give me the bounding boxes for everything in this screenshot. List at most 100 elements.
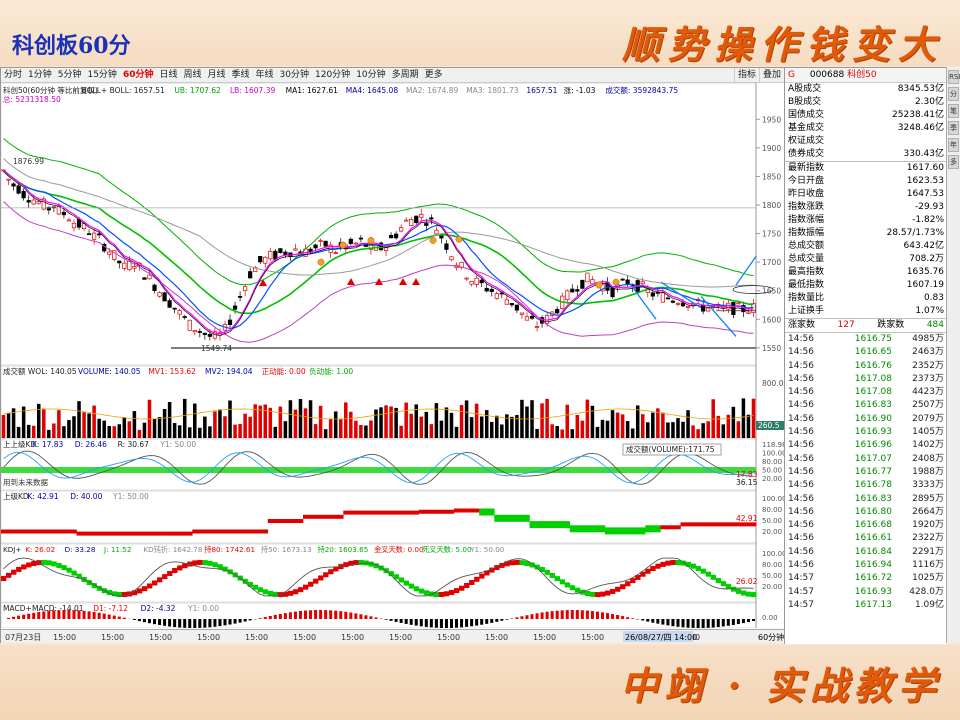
- tick-row: 14:57 1616.72 1025万: [788, 573, 944, 584]
- kdj-bar: [605, 590, 611, 596]
- chart-area[interactable]: 科创50(60分钟 等比前复权) BOLL+ BOLL: 1657.51 UB: 17…: [0, 82, 787, 629]
- candle-body: [71, 222, 77, 229]
- period-tab-9[interactable]: 年线: [253, 68, 277, 82]
- panel-frame: [0, 82, 757, 366]
- period-tab-8[interactable]: 季线: [229, 68, 253, 82]
- candle-body: [404, 219, 409, 222]
- kd2-bar: [363, 510, 369, 515]
- date-label: 15:00: [197, 633, 220, 642]
- kdj-bar: [695, 565, 701, 571]
- kd2-bar: [690, 522, 696, 527]
- volume-bar: [429, 424, 434, 438]
- macd-bar: [555, 610, 559, 619]
- kd2-bar: [252, 529, 258, 534]
- kd2-bar: [393, 510, 399, 515]
- kdj-bar: [660, 561, 666, 567]
- macd-bar: [198, 619, 202, 628]
- macd-bar: [681, 619, 685, 628]
- side-tab-4[interactable]: 年: [948, 138, 959, 152]
- macd-axis-label: 0.00: [762, 614, 778, 622]
- kline-chart[interactable]: 科创50(60分钟 等比前复权)BOLL+ BOLL: 1657.51 UB: 17…: [0, 82, 787, 629]
- kd2-bar: [610, 527, 616, 535]
- macd-bar: [243, 619, 247, 622]
- macd-bar: [696, 619, 700, 628]
- kd2-bar: [615, 527, 621, 535]
- period-tab-5[interactable]: 日线: [156, 68, 180, 82]
- candle-body: [61, 211, 67, 216]
- kdj-bar: [16, 566, 22, 572]
- period-tab-6[interactable]: 周线: [180, 68, 204, 82]
- kd2-bar: [625, 527, 631, 535]
- kd2-bar: [584, 525, 591, 533]
- macd-bar: [545, 611, 549, 619]
- candle-body: [570, 288, 575, 293]
- chart-header-text: MA2: 1674.89: [406, 86, 459, 95]
- volume-bar: [228, 400, 232, 438]
- kd2-bar: [695, 522, 701, 527]
- macd-bar: [656, 619, 660, 624]
- period-tab-13[interactable]: 多周期: [389, 68, 422, 82]
- kdj-bar: [464, 582, 470, 588]
- tool-button-1[interactable]: 叠加: [759, 68, 784, 82]
- volume-bar: [419, 416, 424, 438]
- period-tab-4[interactable]: 60分钟: [120, 68, 157, 82]
- tick-list[interactable]: 14:56 1616.75 4985万 14:56 1616.65 2463万 14:56 1…: [785, 333, 947, 612]
- period-tab-10[interactable]: 30分钟: [277, 68, 312, 82]
- kd2-bar: [665, 525, 671, 530]
- low-label: 1549.74: [201, 344, 232, 353]
- side-tab-5[interactable]: 多: [948, 155, 959, 169]
- macd-bar: [701, 619, 705, 628]
- side-tab-2[interactable]: 笔: [948, 104, 959, 118]
- macd-bar: [314, 610, 318, 619]
- period-tab-2[interactable]: 5分钟: [55, 68, 85, 82]
- chart-header-text: 成交额: 3592843.75: [605, 85, 678, 95]
- side-tab-3[interactable]: 季: [948, 121, 959, 135]
- candle-body: [565, 290, 570, 301]
- kdj-axis-label: 80.00: [762, 561, 782, 569]
- period-tab-12[interactable]: 10分钟: [353, 68, 388, 82]
- index-row-9: 最低指数 1607.19: [788, 280, 944, 290]
- volume-bar: [157, 417, 162, 438]
- kdj-bar: [308, 581, 314, 587]
- candle-body: [227, 319, 233, 325]
- index-row-7: 总成交量 708.2万: [788, 254, 944, 264]
- tick-row: 14:57 1616.93 428.0万: [788, 586, 944, 597]
- kdj-legend: 持80: 1742.61: [204, 545, 255, 554]
- date-label: 15:00: [581, 633, 604, 642]
- candle-body: [36, 201, 41, 204]
- side-tab-1[interactable]: 分: [948, 87, 959, 101]
- period-tab-1[interactable]: 1分钟: [25, 68, 55, 82]
- period-tab-3[interactable]: 15分钟: [84, 68, 119, 82]
- kdj-bar: [167, 570, 173, 576]
- macd-bar: [389, 619, 393, 621]
- kd2-bar: [454, 508, 460, 513]
- candle-body: [353, 242, 358, 245]
- kd2-bar: [66, 529, 72, 534]
- macd-bar: [429, 619, 433, 628]
- macd-bar: [565, 610, 569, 619]
- macd-bar: [218, 619, 222, 627]
- candle-body: [197, 331, 202, 333]
- macd-bar: [671, 619, 675, 627]
- period-tab-0[interactable]: 分时: [1, 68, 25, 82]
- macd-legend: D2: -4.32: [141, 604, 176, 613]
- candle-body: [11, 183, 16, 187]
- volume-bar: [142, 422, 147, 438]
- kd2-axis-label: 20.00: [762, 528, 782, 536]
- macd-bar: [188, 619, 192, 628]
- macd-bar: [575, 610, 579, 619]
- period-tab-11[interactable]: 120分钟: [312, 68, 353, 82]
- kdj-bar: [509, 560, 515, 566]
- tool-button-0[interactable]: 指标: [734, 68, 759, 82]
- volume-bar: [615, 412, 620, 438]
- kd2-bar: [348, 510, 354, 515]
- macd-bar: [273, 614, 277, 619]
- quote-header: G 000688 科创50: [785, 68, 947, 83]
- price-tick-label: 1550: [762, 344, 781, 353]
- side-tab-0[interactable]: RSI: [948, 70, 960, 84]
- macd-bar: [324, 610, 328, 619]
- kdj-bar: [454, 588, 460, 594]
- period-tab-14[interactable]: 更多: [422, 68, 446, 82]
- kdj-bar: [514, 559, 520, 565]
- period-tab-7[interactable]: 月线: [205, 68, 229, 82]
